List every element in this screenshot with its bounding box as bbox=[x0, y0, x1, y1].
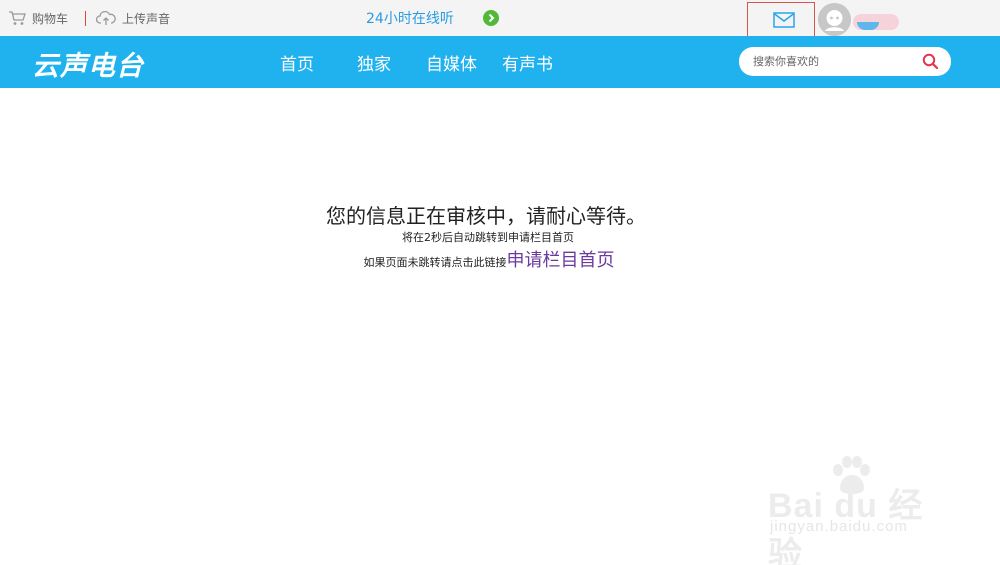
nav-home[interactable]: 首页 bbox=[280, 36, 314, 88]
user-avatar-icon bbox=[818, 3, 851, 36]
search-icon[interactable] bbox=[922, 53, 939, 70]
cloud-upload-icon bbox=[96, 10, 116, 25]
upload-sound-link[interactable]: 上传声音 bbox=[96, 0, 170, 36]
search-box bbox=[739, 47, 951, 76]
fallback-prefix: 如果页面未跳转请点击此链接 bbox=[363, 256, 507, 269]
live-label: 24小时在线听 bbox=[366, 11, 454, 27]
cart-icon bbox=[9, 11, 26, 25]
fallback-line: 如果页面未跳转请点击此链接申请栏目首页 bbox=[0, 246, 989, 272]
nav-exclusive[interactable]: 独家 bbox=[357, 36, 391, 88]
live-24h-link[interactable]: 24小时在线听 bbox=[366, 0, 454, 36]
nav-audiobooks[interactable]: 有声书 bbox=[502, 36, 553, 88]
watermark-url: jingyan.baidu.com bbox=[770, 518, 908, 535]
site-logo[interactable]: 云声电台 bbox=[32, 44, 144, 83]
nav-we-media[interactable]: 自媒体 bbox=[426, 36, 477, 88]
search-input[interactable] bbox=[753, 53, 913, 70]
apply-column-home-link[interactable]: 申请栏目首页 bbox=[507, 250, 615, 271]
redirect-notice: 将在2秒后自动跳转到申请栏目首页 bbox=[402, 231, 574, 244]
user-name-badge[interactable] bbox=[853, 14, 899, 30]
baidu-jingyan-watermark: Bai du 经验 jingyan.baidu.com bbox=[768, 456, 948, 565]
cart-label: 购物车 bbox=[32, 11, 69, 26]
upload-label: 上传声音 bbox=[122, 11, 171, 26]
divider bbox=[85, 11, 86, 26]
play-button[interactable] bbox=[483, 10, 499, 26]
play-icon bbox=[488, 13, 495, 23]
review-notice-title: 您的信息正在审核中，请耐心等待。 bbox=[326, 204, 646, 228]
mail-icon bbox=[773, 12, 795, 28]
top-utility-bar: 购物车 上传声音 24小时在线听 bbox=[0, 0, 1000, 45]
avatar[interactable] bbox=[818, 3, 851, 36]
main-navbar: 云声电台 首页 独家 自媒体 有声书 bbox=[0, 36, 1000, 88]
cart-link[interactable]: 购物车 bbox=[8, 0, 68, 36]
